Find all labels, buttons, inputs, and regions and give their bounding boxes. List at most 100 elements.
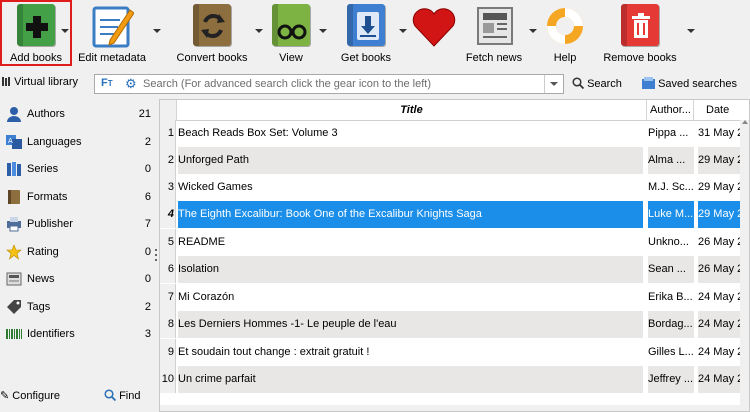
newspaper-icon — [472, 4, 516, 51]
category-label: News — [27, 273, 55, 285]
row-number: 6 — [160, 256, 176, 283]
category-formats[interactable]: Formats 6 — [0, 186, 155, 208]
svg-text:A: A — [8, 137, 13, 145]
category-count: 21 — [138, 108, 151, 120]
table-row[interactable]: 2 Unforged Path Alma ... 29 May 2 — [160, 147, 749, 174]
remove-books-button[interactable]: Remove books — [600, 0, 680, 68]
saved-searches-label: Saved searches — [658, 78, 737, 90]
book-title: README — [178, 236, 226, 248]
scroll-up-icon[interactable] — [742, 120, 748, 124]
row-number: 7 — [160, 284, 176, 311]
category-tags[interactable]: Tags 2 — [0, 296, 155, 318]
table-row[interactable]: 3 Wicked Games M.J. Sc... 29 May 2 — [160, 174, 749, 201]
search-input[interactable]: FT ⚙ Search (For advanced search click t… — [94, 74, 564, 94]
book-title: Wicked Games — [178, 181, 253, 193]
magnifier-icon — [104, 389, 117, 402]
row-number-header — [160, 100, 177, 120]
main-toolbar: Add books Edit metadata Convert books Vi… — [0, 0, 750, 68]
remove-books-dropdown-icon[interactable] — [686, 26, 696, 36]
tag-icon — [7, 300, 21, 314]
view-book-icon — [272, 4, 310, 46]
category-label: Languages — [27, 136, 82, 148]
gear-icon[interactable]: ⚙ — [125, 76, 137, 92]
fetch-news-dropdown-icon[interactable] — [528, 26, 538, 36]
category-news[interactable]: News 0 — [0, 268, 155, 290]
configure-label: Configure — [12, 390, 60, 402]
category-count: 0 — [144, 163, 151, 175]
fetch-news-button[interactable]: Fetch news — [462, 0, 526, 68]
table-row[interactable]: 8 Les Derniers Hommes -1- Le peuple de l… — [160, 311, 749, 338]
edit-metadata-button[interactable]: Edit metadata — [76, 0, 148, 68]
category-authors[interactable]: Authors 21 — [0, 103, 155, 125]
lifebuoy-icon — [543, 4, 587, 51]
row-number: 3 — [160, 174, 176, 201]
edit-metadata-dropdown-icon[interactable] — [152, 26, 162, 36]
saved-search-text-icon[interactable]: FT — [101, 77, 113, 89]
category-identifiers[interactable]: Identifiers 3 — [0, 323, 155, 345]
table-row[interactable]: 10 Un crime parfait Jeffrey ... 24 May 2 — [160, 366, 749, 393]
languages-icon: A — [6, 135, 22, 149]
row-number: 8 — [160, 311, 176, 338]
date-column-header[interactable]: Date — [694, 100, 749, 120]
tag-browser-tools: ✎ Configure Find — [0, 387, 155, 409]
star-icon — [6, 244, 22, 260]
horizontal-scrollbar[interactable] — [160, 405, 749, 411]
category-label: Authors — [27, 108, 65, 120]
edit-metadata-icon — [90, 4, 135, 51]
book-title: Isolation — [178, 256, 643, 283]
wrench-icon: ✎ — [0, 390, 10, 402]
title-column-header[interactable]: Title — [177, 100, 647, 120]
category-rating[interactable]: Rating 0 — [0, 241, 155, 263]
edit-metadata-label: Edit metadata — [78, 52, 146, 64]
add-books-dropdown-icon[interactable] — [60, 26, 70, 36]
get-books-button[interactable]: Get books — [332, 0, 400, 68]
category-count: 2 — [144, 136, 151, 148]
search-row: Virtual library FT ⚙ Search (For advance… — [0, 72, 750, 98]
printer-icon — [7, 217, 21, 232]
category-count: 2 — [144, 301, 151, 313]
view-dropdown-icon[interactable] — [318, 26, 328, 36]
book-title: Beach Reads Box Set: Volume 3 — [178, 127, 338, 139]
configure-button[interactable]: ✎ Configure — [0, 389, 60, 402]
search-button[interactable]: Search — [572, 77, 622, 90]
category-label: Publisher — [27, 218, 73, 230]
table-row-selected[interactable]: 4 The Eighth Excalibur: Book One of the … — [160, 201, 749, 228]
table-header: Title Author... Date — [160, 100, 749, 121]
table-row[interactable]: 9 Et soudain tout change : extrait gratu… — [160, 339, 749, 366]
book-icon — [8, 190, 20, 204]
author-column-header[interactable]: Author... — [647, 100, 694, 120]
category-count: 0 — [144, 246, 151, 258]
view-button[interactable]: View — [266, 0, 316, 68]
remove-books-label: Remove books — [603, 52, 677, 64]
category-label: Formats — [27, 191, 68, 203]
book-title: Mi Corazón — [178, 291, 235, 303]
book-author: Gilles L... — [648, 346, 694, 358]
find-button[interactable]: Find — [104, 389, 140, 402]
get-books-label: Get books — [340, 52, 392, 64]
table-row[interactable]: 6 Isolation Sean ... 26 May 2 — [160, 256, 749, 283]
book-author: Pippa ... — [648, 127, 689, 139]
vertical-scrollbar[interactable] — [740, 120, 749, 410]
help-button[interactable]: Help — [540, 0, 590, 68]
panel-splitter-handle[interactable] — [154, 246, 158, 276]
convert-books-button[interactable]: Convert books — [172, 0, 252, 68]
saved-search-icon — [642, 77, 655, 89]
convert-books-dropdown-icon[interactable] — [254, 26, 264, 36]
search-placeholder: Search (For advanced search click the ge… — [143, 78, 431, 90]
donate-heart-button[interactable] — [408, 0, 460, 68]
category-count: 0 — [144, 273, 151, 285]
virtual-library-button[interactable]: Virtual library — [2, 76, 78, 88]
table-row[interactable]: 7 Mi Corazón Erika B... 24 May 2 — [160, 284, 749, 311]
search-history-dropdown-icon[interactable] — [544, 75, 563, 93]
saved-searches-button[interactable]: Saved searches — [642, 77, 737, 90]
find-label: Find — [119, 390, 141, 402]
category-languages[interactable]: A Languages 2 — [0, 131, 155, 153]
category-publisher[interactable]: Publisher 7 — [0, 213, 155, 235]
table-row[interactable]: 5 README Unkno... 26 May 2 — [160, 229, 749, 256]
heart-icon — [411, 6, 457, 51]
search-label: Search — [587, 78, 622, 90]
category-series[interactable]: Series 0 — [0, 158, 155, 180]
table-row[interactable]: 1 Beach Reads Box Set: Volume 3 Pippa ..… — [160, 120, 749, 147]
get-books-dropdown-icon[interactable] — [398, 26, 408, 36]
magnifier-icon — [572, 77, 585, 90]
